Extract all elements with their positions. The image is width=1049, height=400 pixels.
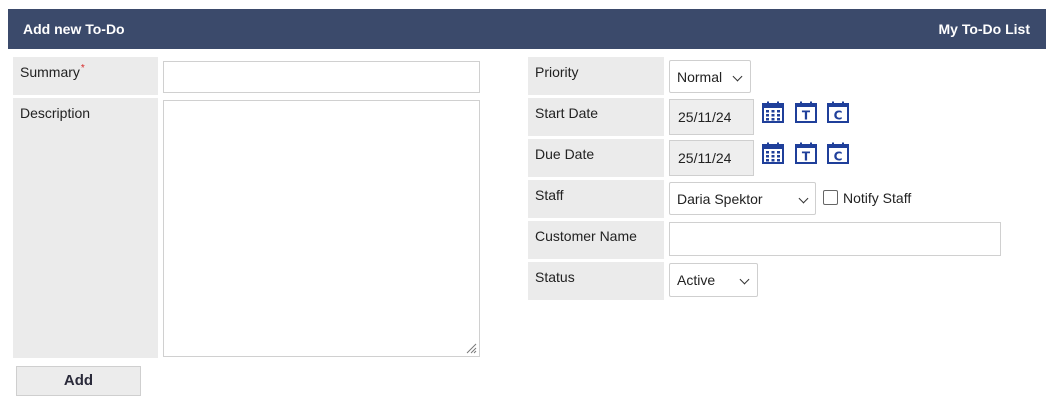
calendar-icon[interactable] <box>762 142 784 164</box>
svg-text:T: T <box>802 109 811 123</box>
status-label: Status <box>535 269 575 285</box>
form-header: Add new To-Do My To-Do List <box>8 9 1046 49</box>
description-label: Description <box>20 105 91 121</box>
staff-selected-value: Daria Spektor <box>677 191 763 207</box>
priority-select[interactable]: Normal <box>669 60 751 93</box>
summary-label: Summary <box>20 64 80 80</box>
priority-label-cell: Priority <box>528 57 664 95</box>
required-icon: * <box>80 63 85 74</box>
page-title: Add new To-Do <box>23 21 125 37</box>
due-date-label: Due Date <box>535 146 595 162</box>
svg-text:C: C <box>834 109 843 123</box>
clear-date-icon[interactable]: C <box>827 101 849 123</box>
due-date-input[interactable]: 25/11/24 <box>669 140 754 176</box>
summary-label-cell: Summary* <box>13 57 158 95</box>
svg-text:C: C <box>834 150 843 164</box>
calendar-icon[interactable] <box>762 101 784 123</box>
notify-staff-checkbox[interactable] <box>823 190 838 205</box>
description-label-cell: Description <box>13 98 158 358</box>
summary-input[interactable] <box>163 61 480 93</box>
chevron-down-icon <box>739 274 750 285</box>
priority-selected-value: Normal <box>677 69 723 85</box>
status-select[interactable]: Active <box>669 263 758 297</box>
resize-grip-icon[interactable] <box>465 342 477 354</box>
staff-label: Staff <box>535 187 564 203</box>
start-date-input[interactable]: 25/11/24 <box>669 99 754 135</box>
chevron-down-icon <box>732 71 743 82</box>
due-date-label-cell: Due Date <box>528 139 664 177</box>
svg-text:T: T <box>802 150 811 164</box>
customer-name-label: Customer Name <box>535 228 637 244</box>
description-textarea[interactable] <box>163 100 480 357</box>
customer-name-label-cell: Customer Name <box>528 221 664 259</box>
notify-staff-label[interactable]: Notify Staff <box>843 190 911 206</box>
add-button[interactable]: Add <box>16 366 141 396</box>
priority-label: Priority <box>535 64 579 80</box>
staff-select[interactable]: Daria Spektor <box>669 182 816 215</box>
chevron-down-icon <box>798 193 809 204</box>
start-date-label-cell: Start Date <box>528 98 664 136</box>
status-selected-value: Active <box>677 272 716 288</box>
my-todo-list-link[interactable]: My To-Do List <box>938 21 1030 37</box>
status-label-cell: Status <box>528 262 664 300</box>
clear-date-icon[interactable]: C <box>827 142 849 164</box>
today-date-icon[interactable]: T <box>795 142 817 164</box>
customer-name-input[interactable] <box>669 222 1001 256</box>
today-date-icon[interactable]: T <box>795 101 817 123</box>
start-date-label: Start Date <box>535 105 599 121</box>
staff-label-cell: Staff <box>528 180 664 218</box>
